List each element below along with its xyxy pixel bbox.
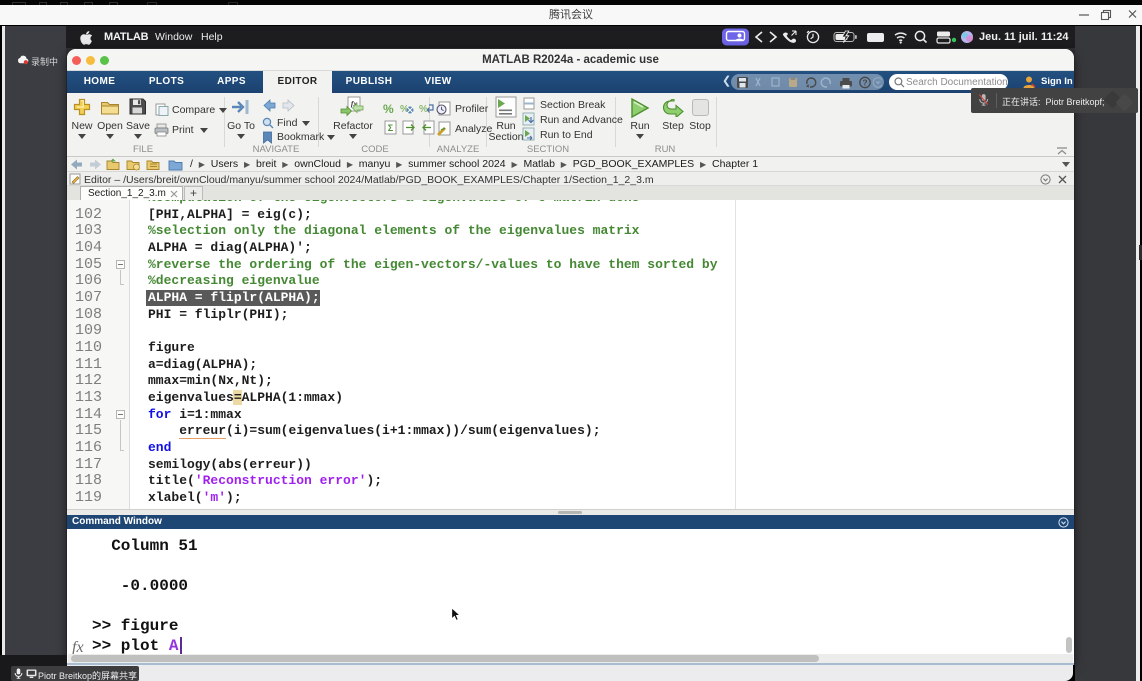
svg-text:%: %	[419, 104, 428, 115]
svg-text:?: ?	[862, 78, 867, 88]
svg-text:Σ: Σ	[388, 123, 394, 133]
